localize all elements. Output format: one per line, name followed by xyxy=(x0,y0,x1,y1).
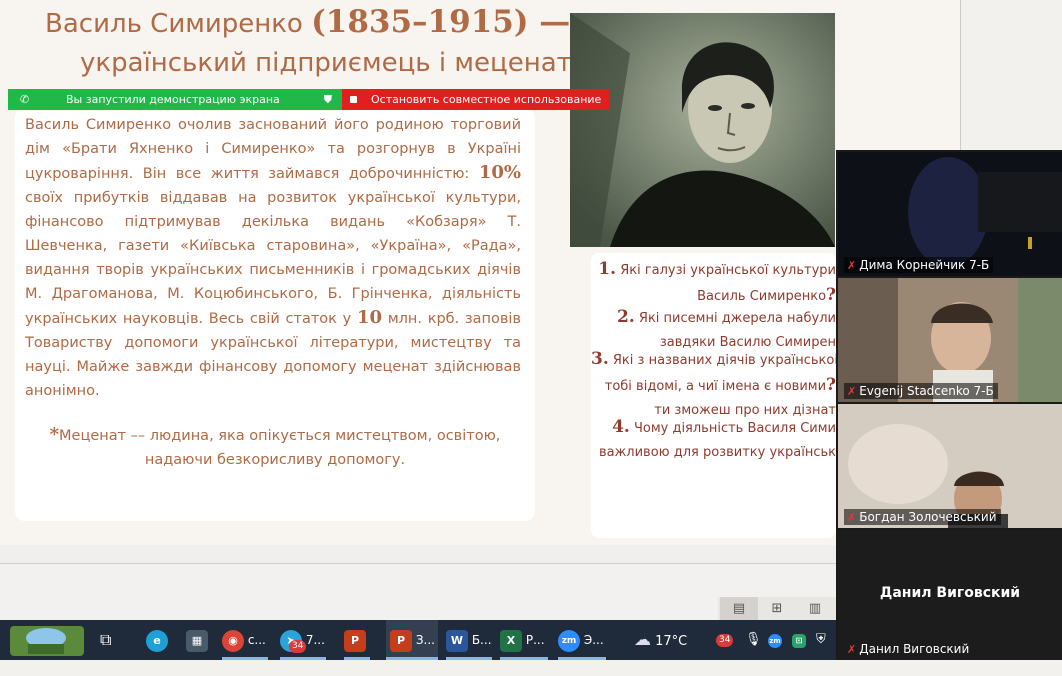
taskbar-item-powerpoint[interactable]: P xyxy=(344,620,370,660)
question-4: 4. Чому діяльність Василя Сими важливою … xyxy=(591,415,836,465)
note-asterisk: * xyxy=(49,424,60,445)
biography-paragraph: Василь Симиренко очолив заснований його … xyxy=(25,113,521,403)
powerpoint-icon: P xyxy=(390,629,412,652)
video-tile[interactable]: ✗ Дима Корнейчик 7-Б xyxy=(838,152,1062,276)
stop-icon xyxy=(350,96,357,103)
taskbar-item-chrome[interactable]: ◉ с... xyxy=(222,620,268,660)
word-icon: W xyxy=(446,629,468,652)
participants-panel: ✗ Дима Корнейчик 7-Б ✗ Evgenij Stadcenko 7… xyxy=(836,150,1062,660)
reading-view-button[interactable]: ▥ xyxy=(796,597,834,620)
weather-widget[interactable]: ☁ 17°C xyxy=(634,620,687,660)
horizontal-scrollbar[interactable] xyxy=(0,545,836,564)
question-text: Василь Симиренко xyxy=(697,289,827,304)
tray-zoom-icon[interactable]: zm xyxy=(768,620,782,660)
mic-muted-icon: ✗ xyxy=(847,385,857,398)
calculator-icon[interactable]: ▦ xyxy=(186,620,208,660)
definition-note: *Меценат –– людина, яка опікується мисте… xyxy=(35,423,515,472)
taskbar-item-zoom[interactable]: zm Э... xyxy=(558,620,606,660)
excel-icon: X xyxy=(500,629,522,652)
taskbar-item-word[interactable]: W Б... xyxy=(446,620,492,660)
drag-handle-icon[interactable]: ✆ xyxy=(20,89,29,110)
temperature-label: 17°C xyxy=(655,634,688,649)
mic-muted-icon: ✗ xyxy=(847,259,857,272)
participant-name: ✗ Evgenij Stadcenko 7-Б xyxy=(844,383,998,399)
cloud-icon: ☁ xyxy=(634,630,651,650)
question-number: 3. xyxy=(591,349,609,369)
participant-name: ✗ Данил Виговский xyxy=(847,642,970,656)
question-text: важливою для розвитку українськ xyxy=(598,445,836,460)
video-tile[interactable]: Данил Виговский ✗ Данил Виговский xyxy=(838,530,1062,660)
video-tile[interactable]: ✗ Богдан Золочевський xyxy=(838,404,1062,528)
mic-muted-icon: ✗ xyxy=(847,511,857,524)
edge-icon[interactable]: e xyxy=(146,620,168,660)
tray-app-icon[interactable]: ⊡ xyxy=(792,620,806,660)
question-text: Які писемні джерела набули xyxy=(638,311,836,326)
question-1: 1. Які галузі української культури Васил… xyxy=(591,257,836,309)
portrait-photo xyxy=(570,13,835,247)
question-mark: ? xyxy=(826,285,836,305)
start-wallpaper-icon xyxy=(10,626,84,656)
question-text: Які з названих діячів українськоі xyxy=(612,353,836,368)
taskbar-item-powerpoint-active[interactable]: P З... xyxy=(386,620,438,660)
question-number: 2. xyxy=(617,307,635,327)
taskbar-item-telegram[interactable]: ➤ 7... 34 xyxy=(280,620,326,660)
portrait-image xyxy=(570,13,835,247)
screen-share-status-label: Вы запустили демонстрацию экрана xyxy=(66,93,280,106)
participant-name: ✗ Богдан Золочевський xyxy=(844,509,1001,525)
stop-share-label: Остановить совместное использование xyxy=(371,93,602,106)
percent-highlight: 10% xyxy=(478,162,522,183)
paragraph-text-2: своїх прибутків віддавав на розвиток укр… xyxy=(25,190,521,327)
taskbar-item-excel[interactable]: X Р... xyxy=(500,620,548,660)
shield-icon: ⛊ xyxy=(323,93,332,106)
view-switcher: ▤ ⊞ ▥ xyxy=(718,597,836,620)
windows-taskbar: ⧉ e ▦ ◉ с... ➤ 7... 34 P P З... W Б... X… xyxy=(0,620,836,660)
microphone-icon[interactable]: 🎙 xyxy=(745,620,762,660)
question-3: 3. Які з названих діячів українськоі тоб… xyxy=(591,347,836,423)
questions-card: 1. Які галузі української культури Васил… xyxy=(591,253,836,538)
mic-muted-icon: ✗ xyxy=(847,643,857,656)
tray-badge: 34 xyxy=(716,634,734,647)
question-number: 4. xyxy=(612,417,630,437)
status-bar xyxy=(0,564,836,620)
title-years: (1835–1915) — xyxy=(311,4,571,40)
note-text: Меценат –– людина, яка опікується мистец… xyxy=(59,428,501,468)
question-text: тобі відомі, а чиї імена є новими xyxy=(604,379,827,394)
slide-subtitle: український підприємець і меценат xyxy=(80,48,572,78)
screen-share-status: ✆ Вы запустили демонстрацию экрана ⛊ xyxy=(8,89,342,110)
question-text: Які галузі української культури xyxy=(620,263,836,278)
start-button[interactable] xyxy=(8,620,86,660)
normal-view-button[interactable]: ▤ xyxy=(720,597,758,620)
security-shield-icon[interactable]: ⛨ xyxy=(816,620,826,660)
text-card: Василь Симиренко очолив заснований його … xyxy=(15,108,535,521)
presentation-slide: Василь Симиренко (1835–1915) — українськ… xyxy=(0,0,961,545)
question-text: Чому діяльність Василя Сими xyxy=(633,421,836,436)
question-number: 1. xyxy=(598,259,617,279)
amount-highlight: 10 xyxy=(356,307,382,328)
stop-share-button[interactable]: Остановить совместное использование xyxy=(342,89,609,110)
title-name: Василь Симиренко xyxy=(45,9,303,39)
slide-sorter-button[interactable]: ⊞ xyxy=(758,597,796,620)
powerpoint-icon: P xyxy=(344,629,366,652)
participant-center-name: Данил Виговский xyxy=(879,585,1021,601)
question-mark: ? xyxy=(826,375,836,395)
unread-badge: 34 xyxy=(289,640,307,653)
participant-name: ✗ Дима Корнейчик 7-Б xyxy=(844,257,994,273)
zoom-icon: zm xyxy=(558,629,580,652)
paragraph-text-1: Василь Симиренко очолив заснований його … xyxy=(25,117,521,182)
video-tile[interactable]: ✗ Evgenij Stadcenko 7-Б xyxy=(838,278,1062,402)
slide-title: Василь Симиренко (1835–1915) — xyxy=(45,4,570,40)
task-view-icon[interactable]: ⧉ xyxy=(100,620,111,660)
chrome-icon: ◉ xyxy=(222,629,244,652)
